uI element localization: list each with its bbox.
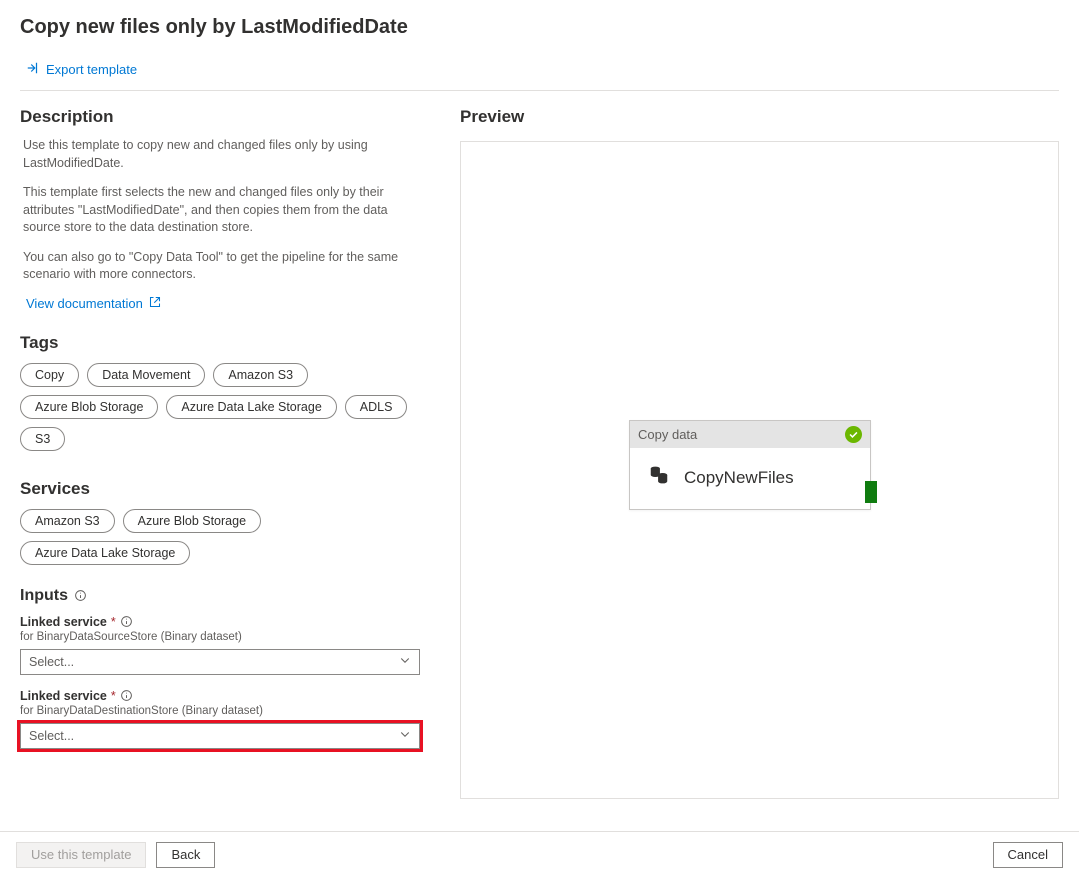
select-placeholder: Select... [29,655,74,669]
status-ok-icon [845,426,862,443]
linked-service-destination-field: Linked service * for BinaryDataDestinati… [20,689,420,749]
description-p1: Use this template to copy new and change… [23,137,420,172]
select-placeholder: Select... [29,729,74,743]
database-icon [648,464,670,491]
tags-row: Azure Blob Storage Azure Data Lake Stora… [20,395,420,419]
external-link-icon [149,296,161,311]
cancel-button[interactable]: Cancel [993,842,1063,868]
doc-link-label: View documentation [26,296,143,311]
export-template-link[interactable]: Export template [20,57,1059,88]
required-indicator: * [111,615,116,629]
tag-pill: Amazon S3 [213,363,308,387]
service-pill: Azure Blob Storage [123,509,261,533]
node-type-label: Copy data [638,427,697,442]
tags-row: S3 [20,427,420,451]
services-row: Azure Data Lake Storage [20,541,420,565]
inputs-heading: Inputs [20,587,420,605]
field-label-text: Linked service [20,689,107,703]
node-header: Copy data [630,421,870,448]
field-label-text: Linked service [20,615,107,629]
tags-row: Copy Data Movement Amazon S3 [20,363,420,387]
pipeline-node[interactable]: Copy data [629,420,871,510]
description-p2: This template first selects the new and … [23,184,420,237]
tag-pill: ADLS [345,395,408,419]
export-icon [26,61,40,78]
description-p3: You can also go to "Copy Data Tool" to g… [23,249,420,284]
back-button[interactable]: Back [156,842,215,868]
tag-pill: Data Movement [87,363,205,387]
page-title: Copy new files only by LastModifiedDate [20,16,1059,39]
linked-service-source-field: Linked service * for BinaryDataSourceSto… [20,615,420,675]
field-label: Linked service * [20,615,420,629]
linked-service-destination-select[interactable]: Select... [20,723,420,749]
services-heading: Services [20,479,420,499]
divider [20,90,1059,91]
tag-pill: S3 [20,427,65,451]
node-output-handle[interactable] [865,481,877,503]
field-sublabel: for BinaryDataDestinationStore (Binary d… [20,705,420,717]
service-pill: Azure Data Lake Storage [20,541,190,565]
view-documentation-link[interactable]: View documentation [26,296,161,311]
linked-service-source-select[interactable]: Select... [20,649,420,675]
service-pill: Amazon S3 [20,509,115,533]
chevron-down-icon [399,654,411,669]
preview-canvas: Copy data [460,141,1059,799]
field-label: Linked service * [20,689,420,703]
info-icon [120,615,133,628]
services-row: Amazon S3 Azure Blob Storage [20,509,420,533]
info-icon [74,589,87,602]
tags-heading: Tags [20,333,420,353]
description-heading: Description [20,107,420,127]
chevron-down-icon [399,728,411,743]
node-activity-name: CopyNewFiles [684,468,794,488]
info-icon [120,689,133,702]
inputs-heading-label: Inputs [20,587,68,605]
preview-heading: Preview [460,107,1059,127]
use-this-template-button: Use this template [16,842,146,868]
node-body: CopyNewFiles [630,448,870,509]
field-sublabel: for BinaryDataSourceStore (Binary datase… [20,631,420,643]
tag-pill: Azure Blob Storage [20,395,158,419]
footer: Use this template Back Cancel [0,831,1079,877]
required-indicator: * [111,689,116,703]
tag-pill: Azure Data Lake Storage [166,395,336,419]
tag-pill: Copy [20,363,79,387]
export-template-label: Export template [46,62,137,77]
